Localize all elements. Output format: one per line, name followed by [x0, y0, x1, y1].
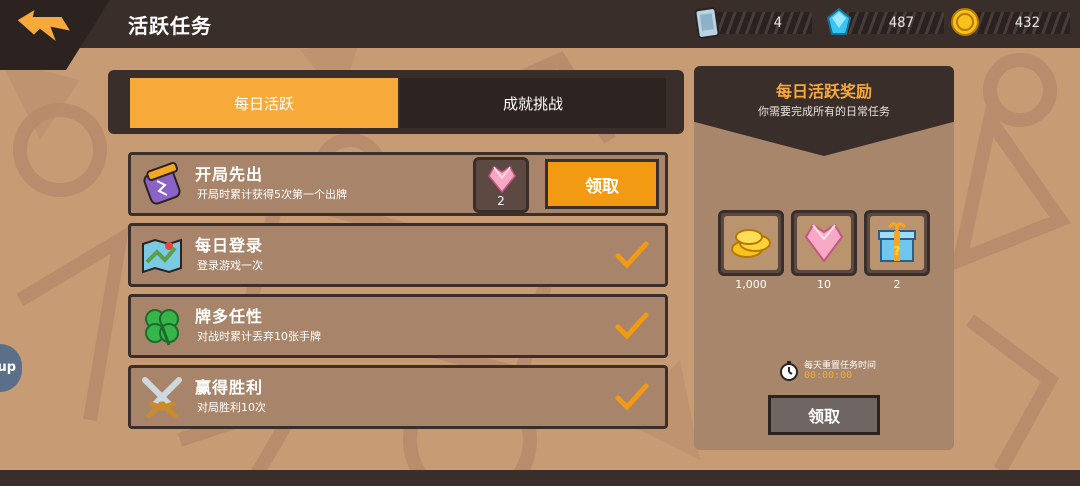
heart-crystal-icon: [804, 223, 844, 263]
task-row-daily-login: 每日登录 登录游戏一次: [128, 223, 668, 287]
tab-bar: 每日活跃 成就挑战: [108, 70, 684, 134]
clover-icon: [145, 309, 179, 346]
page-title: 活跃任务: [128, 14, 212, 38]
task-description: 开局时累计获得5次第一个出牌: [197, 188, 347, 201]
task-reward: 2: [473, 157, 529, 213]
reward-count-mystery-box: 2: [893, 278, 901, 291]
svg-text:?: ?: [894, 244, 901, 258]
task-claim-button[interactable]: 领取: [545, 159, 659, 209]
task-description: 登录游戏一次: [197, 259, 263, 272]
gem-icon: [826, 7, 852, 35]
task-description: 对战时累计丢弃10张手牌: [197, 330, 321, 343]
panel-claim-button[interactable]: 领取: [768, 395, 880, 435]
task-row-discard-cards: 牌多任性 对战时累计丢弃10张手牌: [128, 294, 668, 358]
reset-time-value: 00:00:00: [804, 370, 853, 381]
stopwatch-icon: [780, 361, 798, 381]
panel-subtitle: 你需要完成所有的日常任务: [758, 105, 890, 118]
mystery-box-icon: ?: [878, 222, 916, 262]
potion-jar-icon: [143, 161, 181, 205]
reward-count-coins: 1,000: [735, 278, 767, 291]
heart-crystal-icon: [488, 165, 516, 194]
check-icon: [615, 312, 649, 340]
panel-title: 每日活跃奖励: [775, 82, 872, 101]
check-icon: [615, 241, 649, 269]
back-button[interactable]: [12, 5, 76, 48]
map-icon: [142, 238, 182, 274]
reward-slot-mystery-box: ?: [864, 210, 930, 276]
task-description: 对局胜利10次: [197, 401, 266, 414]
coins-icon: [731, 229, 771, 258]
card-icon: [694, 7, 720, 39]
tab-daily-activity[interactable]: 每日活跃: [130, 78, 398, 128]
task-reward-count: 2: [497, 194, 505, 208]
back-arrow-icon: [14, 5, 75, 47]
check-icon: [615, 383, 649, 411]
task-row-win-matches: 赢得胜利 对局胜利10次: [128, 365, 668, 429]
reward-count-hearts: 10: [817, 278, 831, 291]
task-title: 牌多任性: [195, 307, 264, 326]
bottom-strip: [0, 470, 1080, 486]
currency-cards: 4: [690, 7, 818, 39]
crossed-swords-icon: [142, 377, 182, 419]
daily-reward-panel: 每日活跃奖励 你需要完成所有的日常任务 ? 1,000 10 2 每天重置任务时…: [694, 66, 954, 450]
coin-icon: [951, 8, 979, 36]
currency-gems: 487: [822, 7, 946, 38]
task-row-first-play: 开局先出 开局时累计获得5次第一个出牌 2 领取: [128, 152, 668, 216]
tab-achievement-challenge[interactable]: 成就挑战: [400, 78, 666, 128]
reward-slot-coins: [718, 210, 784, 276]
reward-slot-hearts: [791, 210, 857, 276]
task-title: 赢得胜利: [195, 378, 264, 397]
currency-coins: 432: [948, 8, 1076, 38]
task-title: 每日登录: [195, 236, 264, 255]
task-title: 开局先出: [195, 165, 264, 184]
